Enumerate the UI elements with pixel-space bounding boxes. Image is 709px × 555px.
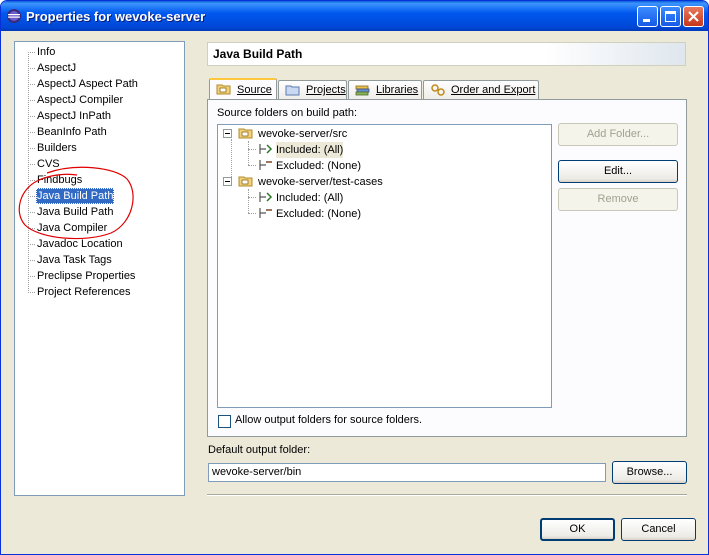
- footer-separator: [207, 494, 687, 496]
- source-folders-label: Source folders on build path:: [217, 107, 358, 119]
- tree-item-project-references[interactable]: Project References: [36, 284, 132, 300]
- tree-node-src[interactable]: wevoke-server/src: [258, 126, 347, 142]
- tree-connector: [28, 68, 35, 69]
- tree-item-builders[interactable]: Builders: [36, 140, 78, 156]
- browse-button[interactable]: Browse...: [612, 461, 687, 484]
- close-button[interactable]: [683, 6, 704, 27]
- tree-item-aspectj[interactable]: AspectJ: [36, 60, 77, 76]
- title-bar[interactable]: Properties for wevoke-server: [1, 1, 708, 31]
- tree-connector: [28, 260, 35, 261]
- tree-connector: [28, 52, 35, 53]
- collapse-test-cases-toggle[interactable]: [223, 177, 232, 186]
- tree-node-test-cases-excluded[interactable]: Excluded: (None): [276, 206, 361, 222]
- allow-output-folders-label[interactable]: Allow output folders for source folders.: [235, 414, 422, 426]
- tree-connector: [28, 84, 35, 85]
- page-title: Java Build Path: [207, 42, 686, 66]
- collapse-src-toggle[interactable]: [223, 129, 232, 138]
- allow-output-folders-checkbox[interactable]: [218, 415, 231, 428]
- inclusion-filter-icon: [259, 144, 273, 154]
- property-pages-tree[interactable]: Info AspectJ AspectJ Aspect Path AspectJ…: [14, 41, 185, 496]
- tree-connector: [248, 213, 256, 214]
- tree-connector: [248, 165, 256, 166]
- add-folder-button[interactable]: Add Folder...: [558, 123, 678, 146]
- project-icon: [285, 85, 300, 96]
- source-folder-icon: [238, 128, 253, 139]
- close-icon: [688, 11, 699, 22]
- tab-libraries[interactable]: Libraries: [348, 80, 422, 101]
- tab-libraries-label: Libraries: [376, 84, 419, 96]
- tree-connector: [248, 197, 256, 198]
- tree-node-src-included[interactable]: Included: (All): [276, 142, 344, 158]
- remove-button[interactable]: Remove: [558, 188, 678, 211]
- tree-connector: [28, 292, 35, 293]
- order-export-icon: [431, 84, 445, 96]
- tree-item-aspectj-inpath[interactable]: AspectJ InPath: [36, 108, 112, 124]
- maximize-icon: [665, 11, 676, 22]
- tree-connector: [248, 141, 249, 165]
- tree-connector: [28, 132, 35, 133]
- source-folder-icon: [238, 176, 253, 187]
- tab-source-label: Source: [237, 84, 272, 96]
- tab-projects[interactable]: Projects: [278, 80, 347, 101]
- tree-item-info[interactable]: Info: [36, 44, 56, 60]
- inclusion-filter-icon: [259, 192, 273, 202]
- tree-connector: [248, 189, 249, 213]
- edit-button[interactable]: Edit...: [558, 160, 678, 183]
- maximize-button[interactable]: [660, 6, 681, 27]
- exclusion-filter-icon: [259, 160, 272, 170]
- libraries-icon: [355, 85, 370, 96]
- tree-connector: [28, 148, 35, 149]
- source-folders-tree[interactable]: wevoke-server/src Included: (All) Exclud…: [217, 124, 552, 408]
- tree-connector: [28, 100, 35, 101]
- red-annotation-circle: [18, 166, 134, 240]
- tree-item-java-task-tags[interactable]: Java Task Tags: [36, 252, 113, 268]
- tree-item-preclipse-properties[interactable]: Preclipse Properties: [36, 268, 136, 284]
- window-title: Properties for wevoke-server: [26, 9, 206, 24]
- eclipse-icon: [7, 9, 21, 23]
- tree-connector: [28, 276, 35, 277]
- tree-item-beaninfo-path[interactable]: BeanInfo Path: [36, 124, 108, 140]
- tree-connector: [28, 116, 35, 117]
- tree-item-aspectj-aspect-path[interactable]: AspectJ Aspect Path: [36, 76, 139, 92]
- exclusion-filter-icon: [259, 208, 272, 218]
- ok-button[interactable]: OK: [540, 518, 615, 541]
- tree-node-test-cases-included[interactable]: Included: (All): [276, 190, 343, 206]
- default-output-folder-input[interactable]: wevoke-server/bin: [208, 463, 606, 482]
- tree-node-src-excluded[interactable]: Excluded: (None): [276, 158, 361, 174]
- tree-node-test-cases[interactable]: wevoke-server/test-cases: [258, 174, 383, 190]
- tab-order-and-export[interactable]: Order and Export: [423, 80, 539, 101]
- tree-item-aspectj-compiler[interactable]: AspectJ Compiler: [36, 92, 124, 108]
- minimize-icon: [643, 19, 650, 22]
- tab-projects-label: Projects: [306, 84, 346, 96]
- folder-source-icon: [216, 84, 231, 95]
- tab-source[interactable]: Source: [209, 78, 277, 101]
- tree-connector: [248, 149, 256, 150]
- cancel-button[interactable]: Cancel: [621, 518, 696, 541]
- tab-order-and-export-label: Order and Export: [451, 84, 536, 96]
- properties-dialog: Properties for wevoke-server Info Aspect…: [0, 0, 709, 555]
- default-output-folder-label: Default output folder:: [208, 444, 311, 456]
- minimize-button[interactable]: [637, 6, 658, 27]
